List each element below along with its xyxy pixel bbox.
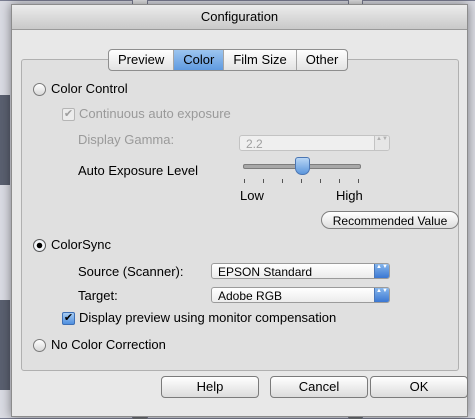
slider-tick <box>282 179 283 183</box>
color-control-label: Color Control <box>51 81 128 96</box>
target-select[interactable]: Adobe RGB ▲▼ <box>211 287 390 303</box>
tab-color[interactable]: Color <box>174 50 225 70</box>
checkmark-icon: ✔ <box>63 108 74 120</box>
colorsync-radio[interactable] <box>33 239 46 252</box>
display-gamma-value: 2.2 <box>246 137 263 151</box>
no-color-correction-radio[interactable] <box>33 339 46 352</box>
target-label: Target: <box>78 288 118 303</box>
source-scanner-value: EPSON Standard <box>218 265 313 279</box>
popup-arrows-icon: ▲▼ <box>374 288 389 302</box>
source-scanner-label: Source (Scanner): <box>78 264 184 279</box>
display-preview-checkbox[interactable]: ✔ <box>62 312 75 325</box>
cancel-button[interactable]: Cancel <box>270 376 368 398</box>
slider-tick <box>301 179 302 183</box>
popup-arrows-icon: ▲▼ <box>374 136 389 150</box>
slider-tick <box>339 179 340 183</box>
help-button[interactable]: Help <box>161 376 259 398</box>
target-value: Adobe RGB <box>218 289 283 303</box>
color-control-radio[interactable] <box>33 83 46 96</box>
tab-other[interactable]: Other <box>297 50 348 70</box>
colorsync-label: ColorSync <box>51 237 111 252</box>
tab-preview[interactable]: Preview <box>109 50 175 70</box>
tab-film-size[interactable]: Film Size <box>224 50 297 70</box>
slider-tick <box>358 179 359 183</box>
ok-button[interactable]: OK <box>370 376 468 398</box>
popup-arrows-icon: ▲▼ <box>374 264 389 278</box>
display-gamma-label: Display Gamma: <box>78 132 175 147</box>
display-gamma-select[interactable]: 2.2 ▲▼ <box>239 135 390 151</box>
configuration-dialog: Configuration Preview Color Film Size Ot… <box>11 4 468 417</box>
slider-tick <box>244 179 245 183</box>
dialog-title: Configuration <box>12 5 467 30</box>
background-thumbnail <box>0 95 10 185</box>
recommended-value-button[interactable]: Recommended Value <box>321 211 459 229</box>
slider-min-label: Low <box>240 188 264 203</box>
checkmark-icon: ✔ <box>63 312 74 324</box>
continuous-auto-exposure-label: Continuous auto exposure <box>79 106 231 121</box>
auto-exposure-slider-thumb[interactable] <box>294 157 310 175</box>
background-thumbnail <box>0 300 10 390</box>
slider-tick <box>320 179 321 183</box>
source-scanner-select[interactable]: EPSON Standard ▲▼ <box>211 263 390 279</box>
slider-max-label: High <box>336 188 363 203</box>
auto-exposure-level-label: Auto Exposure Level <box>78 163 198 178</box>
continuous-auto-exposure-checkbox[interactable]: ✔ <box>62 108 75 121</box>
tab-bar: Preview Color Film Size Other <box>108 49 349 71</box>
no-color-correction-label: No Color Correction <box>51 337 166 352</box>
display-preview-label: Display preview using monitor compensati… <box>79 310 337 325</box>
slider-tick <box>263 179 264 183</box>
